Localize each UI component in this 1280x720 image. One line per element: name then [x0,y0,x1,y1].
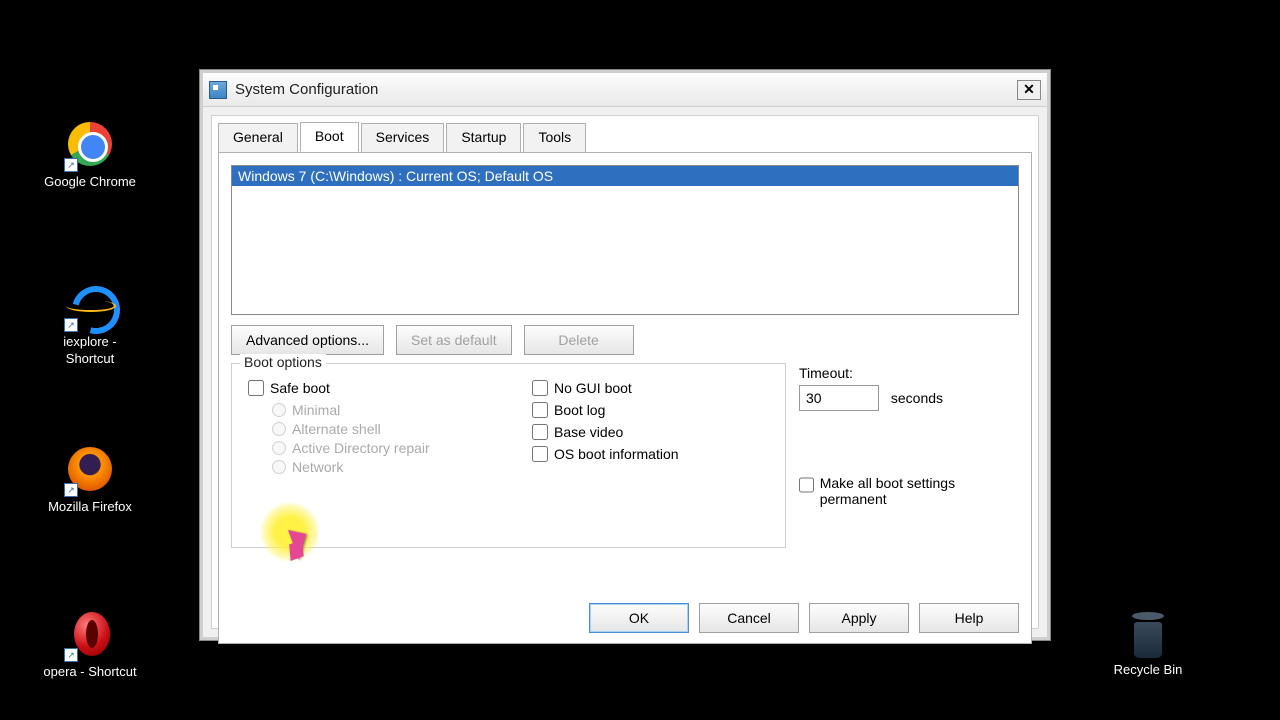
boot-log-label: Boot log [554,402,605,418]
safe-boot-adrepair-radio: Active Directory repair [272,440,508,456]
boot-options-group: Boot options Safe boot Minimal Alter [231,363,786,548]
os-boot-info-label: OS boot information [554,446,679,462]
no-gui-boot-checkbox[interactable]: No GUI boot [532,380,772,396]
advanced-options-button[interactable]: Advanced options... [231,325,384,355]
tab-startup[interactable]: Startup [446,123,521,153]
boot-log-checkbox[interactable]: Boot log [532,402,772,418]
network-label: Network [292,459,343,475]
shortcut-badge-icon: ↗ [64,158,78,172]
base-video-input[interactable] [532,424,548,440]
window-title: System Configuration [235,81,378,98]
desktop-icon-label: opera - Shortcut [42,664,138,681]
safe-boot-checkbox[interactable]: Safe boot [248,380,508,396]
tab-services[interactable]: Services [361,123,445,153]
boot-options-legend: Boot options [240,354,326,370]
no-gui-input[interactable] [532,380,548,396]
timeout-unit: seconds [891,390,943,406]
boot-panel: Windows 7 (C:\Windows) : Current OS; Def… [218,152,1032,644]
timeout-input[interactable] [799,385,879,411]
desktop-icon-firefox[interactable]: ↗ Mozilla Firefox [42,445,138,516]
base-video-checkbox[interactable]: Base video [532,424,772,440]
shortcut-badge-icon: ↗ [64,483,78,497]
titlebar[interactable]: System Configuration ✕ [203,73,1047,107]
desktop-icon-opera[interactable]: ↗ opera - Shortcut [42,610,138,681]
timeout-label: Timeout: [799,365,943,381]
safe-boot-input[interactable] [248,380,264,396]
desktop: ↗ Google Chrome ↗ iexplore - Shortcut ↗ … [0,0,1280,720]
safe-boot-altshell-radio: Alternate shell [272,421,508,437]
shortcut-badge-icon: ↗ [64,318,78,332]
cancel-button[interactable]: Cancel [699,603,799,633]
adrepair-input [272,441,286,455]
make-permanent-checkbox[interactable]: Make all boot settings permanent [799,475,1009,507]
recycle-bin-icon [1128,610,1168,658]
msconfig-icon [209,81,227,99]
tabs: General Boot Services Startup Tools [212,116,1038,152]
desktop-icon-iexplore[interactable]: ↗ iexplore - Shortcut [42,280,138,368]
minimal-label: Minimal [292,402,340,418]
close-button[interactable]: ✕ [1017,80,1041,100]
desktop-icon-label: Mozilla Firefox [42,499,138,516]
dialog-client: General Boot Services Startup Tools Wind… [211,115,1039,629]
make-permanent-input[interactable] [799,477,814,493]
os-boot-info-input[interactable] [532,446,548,462]
help-button[interactable]: Help [919,603,1019,633]
os-entry[interactable]: Windows 7 (C:\Windows) : Current OS; Def… [232,166,1018,186]
desktop-icon-recycle-bin[interactable]: Recycle Bin [1100,610,1196,679]
system-configuration-dialog: System Configuration ✕ General Boot Serv… [200,70,1050,640]
make-permanent-label: Make all boot settings permanent [820,475,1009,507]
timeout-area: Timeout: seconds [799,365,943,411]
boot-log-input[interactable] [532,402,548,418]
tab-boot[interactable]: Boot [300,122,359,152]
tab-tools[interactable]: Tools [523,123,586,153]
os-boot-info-checkbox[interactable]: OS boot information [532,446,772,462]
altshell-input [272,422,286,436]
base-video-label: Base video [554,424,623,440]
desktop-icon-chrome[interactable]: ↗ Google Chrome [42,120,138,191]
desktop-icon-label: Recycle Bin [1100,662,1196,679]
os-list[interactable]: Windows 7 (C:\Windows) : Current OS; Def… [231,165,1019,315]
apply-button[interactable]: Apply [809,603,909,633]
tab-general[interactable]: General [218,123,298,153]
set-as-default-button: Set as default [396,325,512,355]
adrepair-label: Active Directory repair [292,440,430,456]
minimal-input [272,403,286,417]
delete-button: Delete [524,325,634,355]
safe-boot-label: Safe boot [270,380,330,396]
safe-boot-network-radio: Network [272,459,508,475]
ok-button[interactable]: OK [589,603,689,633]
desktop-icon-label: iexplore - Shortcut [42,334,138,368]
no-gui-label: No GUI boot [554,380,632,396]
dialog-buttons: OK Cancel Apply Help [589,603,1019,633]
altshell-label: Alternate shell [292,421,381,437]
desktop-icon-label: Google Chrome [42,174,138,191]
shortcut-badge-icon: ↗ [64,648,78,662]
safe-boot-minimal-radio: Minimal [272,402,508,418]
network-input [272,460,286,474]
opera-icon [74,612,110,656]
